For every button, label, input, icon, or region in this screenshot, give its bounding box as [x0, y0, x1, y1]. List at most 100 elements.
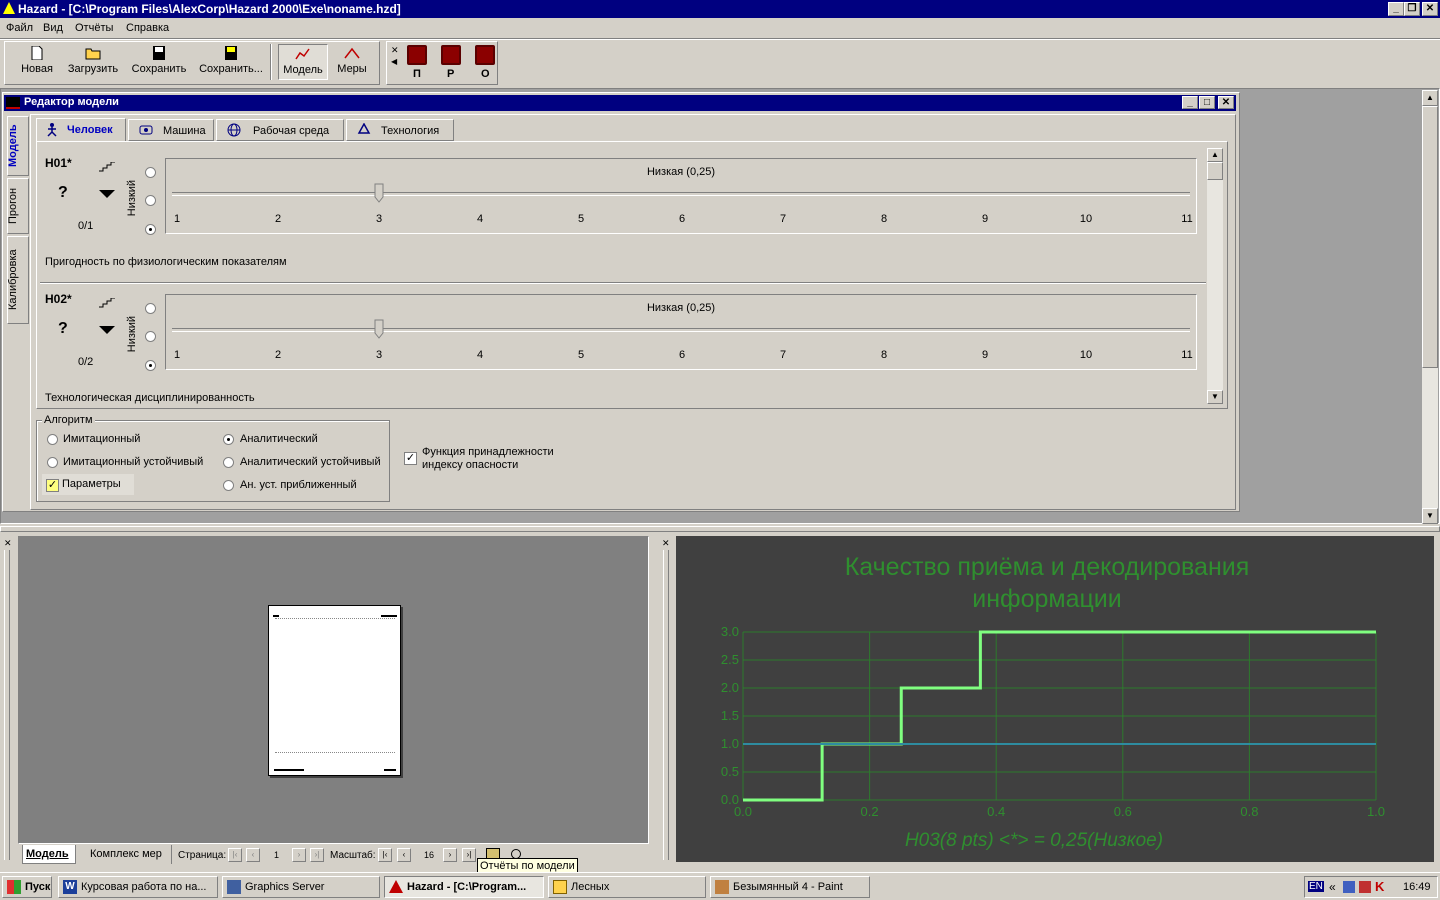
report-tab-model-label: Модель [26, 848, 69, 860]
tray-expand-icon[interactable]: « [1329, 880, 1336, 894]
next-page-button[interactable]: › [292, 848, 306, 862]
scale-down-button[interactable]: ‹ [397, 848, 411, 862]
indicator-p[interactable] [407, 45, 427, 65]
tab-human[interactable]: Человек [36, 118, 126, 142]
algo-analytic-robust-label[interactable]: Аналитический устойчивый [240, 456, 381, 468]
slider-tick-label: 2 [274, 213, 282, 225]
items-scroll-thumb[interactable] [1207, 162, 1223, 180]
report-page-thumbnail[interactable] [268, 605, 401, 776]
report-tab-model[interactable]: Модель [22, 845, 76, 864]
close-button[interactable]: ✕ [1422, 2, 1438, 16]
scroll-down-arrow[interactable]: ▼ [1422, 508, 1438, 524]
item-h02-radio-3[interactable] [145, 360, 156, 371]
algo-imitation-robust-label[interactable]: Имитационный устойчивый [63, 456, 203, 468]
slider-tick-label: 5 [577, 349, 585, 361]
tab-machine-label: Машина [163, 125, 206, 137]
indicator-r[interactable] [441, 45, 461, 65]
algo-analytic-robust-radio[interactable] [223, 457, 234, 468]
tab-technology[interactable]: Технология [346, 119, 454, 141]
slider-tick-label: 11 [1181, 213, 1193, 225]
right-pane-close-icon[interactable]: ✕ [662, 538, 670, 549]
item-h02-radio-2[interactable] [145, 331, 156, 342]
new-button[interactable]: Новая [18, 44, 56, 80]
menu-help[interactable]: Справка [126, 22, 169, 34]
item-h02-radio-1[interactable] [145, 303, 156, 314]
scale-field[interactable]: 16 [424, 850, 434, 860]
first-page-button[interactable]: |‹ [228, 848, 242, 862]
algo-analytic-radio[interactable] [223, 434, 234, 445]
item-h02-help-icon[interactable]: ? [58, 320, 68, 338]
algo-imitation-radio[interactable] [47, 434, 58, 445]
params-label[interactable]: Параметры [62, 478, 121, 490]
item-h01-radio-3[interactable] [145, 224, 156, 235]
item-h01-radio-1[interactable] [145, 167, 156, 178]
scroll-up-arrow[interactable]: ▲ [1422, 90, 1438, 106]
load-button[interactable]: Загрузить [66, 44, 120, 80]
start-button[interactable]: Пуск [2, 876, 52, 898]
language-indicator[interactable]: EN [1308, 881, 1324, 892]
item-h01-radio-2[interactable] [145, 195, 156, 206]
model-button[interactable]: Модель [278, 44, 328, 80]
params-checkbox[interactable]: ✓ [46, 479, 59, 492]
last-page-button[interactable]: ›| [310, 848, 324, 862]
toolbar-collapse-icon[interactable]: ◀ [391, 57, 397, 66]
item-h02-slider-thumb[interactable] [374, 319, 384, 339]
tab-machine[interactable]: Машина [128, 119, 214, 141]
item-h02-slider-track[interactable] [172, 328, 1190, 332]
algo-imitation-label[interactable]: Имитационный [63, 433, 140, 445]
indicator-o[interactable] [475, 45, 495, 65]
network-icon[interactable] [1343, 881, 1355, 893]
signal-bars-icon[interactable] [98, 298, 116, 308]
minimize-button[interactable]: _ [1388, 2, 1404, 16]
item-h01-slider-track[interactable] [172, 192, 1190, 196]
task-paint[interactable]: Безымянный 4 - Paint [710, 876, 870, 898]
save-as-button[interactable]: Сохранить... [198, 44, 264, 80]
horizontal-splitter[interactable] [0, 526, 1440, 532]
menu-reports[interactable]: Отчёты [75, 22, 113, 34]
prev-page-button[interactable]: ‹ [246, 848, 260, 862]
scroll-thumb[interactable] [1422, 106, 1438, 368]
editor-minimize-button[interactable]: _ [1182, 96, 1198, 109]
scale-up-button[interactable]: › [443, 848, 457, 862]
scale-max-button[interactable]: ›| [462, 848, 476, 862]
editor-close-button[interactable]: ✕ [1218, 96, 1234, 109]
algo-imitation-robust-radio[interactable] [47, 457, 58, 468]
restore-button[interactable]: ❐ [1404, 2, 1420, 16]
algo-analytic-approx-radio[interactable] [223, 480, 234, 491]
membership-label-line2[interactable]: индексу опасности [422, 459, 518, 471]
task-graphics-server[interactable]: Graphics Server [222, 876, 380, 898]
items-scroll-down[interactable]: ▼ [1207, 390, 1223, 404]
items-scroll-up[interactable]: ▲ [1207, 148, 1223, 162]
toolbar-close-icon[interactable]: ✕ [391, 45, 399, 56]
security-icon[interactable] [1359, 881, 1371, 893]
algo-analytic-label[interactable]: Аналитический [240, 433, 318, 445]
right-pane-grip[interactable] [663, 550, 669, 860]
task-word[interactable]: W Курсовая работа по на... [58, 876, 218, 898]
membership-checkbox[interactable]: ✓ [404, 452, 417, 465]
scale-min-button[interactable]: |‹ [378, 848, 392, 862]
menu-file[interactable]: Файл [6, 22, 33, 34]
item-h01-slider-thumb[interactable] [374, 183, 384, 203]
measures-button[interactable]: Меры [332, 44, 372, 80]
save-button[interactable]: Сохранить [130, 44, 188, 80]
task-hazard[interactable]: Hazard - [C:\Program... [384, 876, 544, 898]
task-folder[interactable]: Лесных [548, 876, 706, 898]
item-h01-help-icon[interactable]: ? [58, 184, 68, 202]
mdi-scrollbar[interactable]: ▲ ▼ [1422, 90, 1438, 524]
membership-label-line1[interactable]: Функция принадлежности [422, 446, 554, 458]
items-scrollbar[interactable]: ▲ ▼ [1207, 148, 1223, 404]
chart-title-line1: Качество приёма и декодирования [845, 553, 1250, 581]
editor-maximize-button[interactable]: □ [1199, 96, 1215, 109]
item-h01-dropdown-icon[interactable] [99, 190, 115, 198]
algo-analytic-approx-label[interactable]: Ан. уст. приближенный [240, 479, 357, 491]
side-tab-calibration-label: Калибровка [7, 249, 19, 311]
antivirus-icon[interactable]: K [1375, 879, 1384, 894]
left-pane-grip[interactable] [4, 550, 10, 860]
page-number-field[interactable]: 1 [274, 850, 279, 860]
item-h02-dropdown-icon[interactable] [99, 326, 115, 334]
left-pane-close-icon[interactable]: ✕ [4, 538, 12, 549]
signal-bars-icon[interactable] [98, 162, 116, 172]
tab-environment[interactable]: Рабочая среда [216, 119, 344, 141]
report-tab-measures[interactable]: Комплекс мер [80, 845, 172, 864]
menu-view[interactable]: Вид [43, 22, 63, 34]
